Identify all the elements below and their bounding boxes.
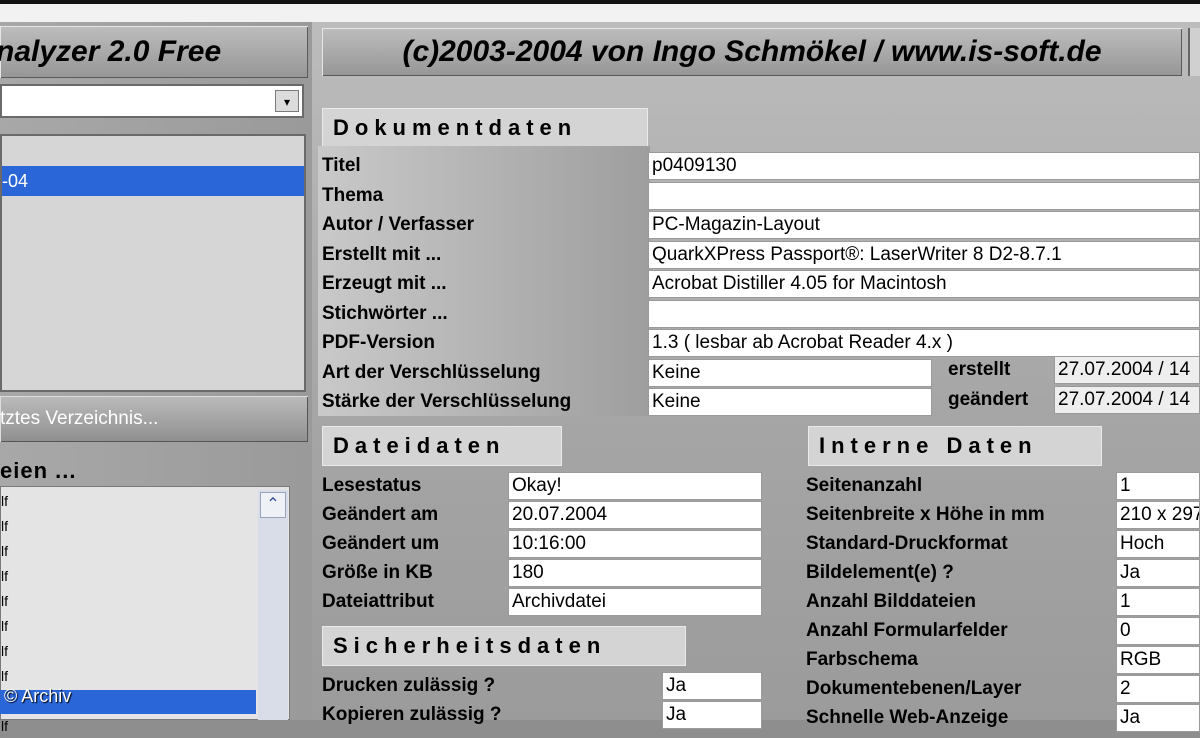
directory-list[interactable]: -04 — [0, 134, 306, 392]
file-list-item[interactable]: lf — [1, 514, 8, 538]
sicherheitsdaten-label-0: Drucken zulässig ? — [322, 675, 496, 696]
dokumentdaten-label-1: Thema — [322, 185, 384, 206]
dateidaten-label-0: Lesestatus — [322, 475, 422, 496]
dateidaten-heading: Dateidaten — [322, 426, 562, 466]
internedaten-label-6: Farbschema — [806, 649, 918, 670]
drive-select[interactable]: ▾ — [0, 84, 304, 118]
dateidaten-field-3[interactable]: 180 — [508, 559, 762, 587]
files-label: eien ... — [0, 458, 77, 483]
sicherheitsdaten-field-0[interactable]: Ja — [662, 672, 762, 700]
dokumentdaten-field-3[interactable]: QuarkXPress Passport®: LaserWriter 8 D2-… — [648, 241, 1200, 269]
dokumentdaten-field-1[interactable] — [648, 182, 1200, 210]
internedaten-field-2[interactable]: Hoch — [1116, 530, 1200, 558]
geaendert-field[interactable]: 27.07.2004 / 14 — [1054, 386, 1200, 414]
scroll-up-icon[interactable]: ⌃ — [260, 492, 286, 518]
erstellt-label: erstellt — [948, 359, 1011, 380]
file-list-scrollbar[interactable] — [258, 490, 288, 720]
internedaten-field-8[interactable]: Ja — [1116, 704, 1200, 732]
dokumentdaten-label-2: Autor / Verfasser — [322, 214, 475, 235]
internedaten-label-7: Dokumentebenen/Layer — [806, 678, 1022, 699]
internedaten-field-7[interactable]: 2 — [1116, 675, 1200, 703]
dokumentdaten-label-5: Stichwörter ... — [322, 303, 448, 324]
sicherheitsdaten-label-1: Kopieren zulässig ? — [322, 704, 502, 725]
dateidaten-field-0[interactable]: Okay! — [508, 472, 762, 500]
internedaten-label-0: Seitenanzahl — [806, 475, 923, 496]
copyright-banner: (c)2003-2004 von Ingo Schmökel / www.is-… — [322, 28, 1182, 76]
file-list-item[interactable]: lf — [1, 589, 8, 613]
internedaten-label-1: Seitenbreite x Höhe in mm — [806, 504, 1045, 525]
copyright-text: (c)2003-2004 von Ingo Schmökel / www.is-… — [402, 35, 1102, 68]
dokumentdaten-field-8[interactable]: Keine — [648, 388, 932, 416]
internedaten-field-0[interactable]: 1 — [1116, 472, 1200, 500]
internedaten-label-2: Standard-Druckformat — [806, 533, 1008, 554]
last-directory-button[interactable]: tztes Verzeichnis... — [0, 396, 308, 442]
dokumentdaten-field-4[interactable]: Acrobat Distiller 4.05 for Macintosh — [648, 270, 1200, 298]
dokumentdaten-field-2[interactable]: PC-Magazin-Layout — [648, 211, 1200, 239]
erstellt-field[interactable]: 27.07.2004 / 14 — [1054, 356, 1200, 384]
internedaten-heading: Interne Daten — [808, 426, 1102, 466]
dropdown-arrow-icon[interactable]: ▾ — [275, 90, 299, 112]
internedaten-label-3: Bildelement(e) ? — [806, 562, 954, 583]
image-watermark: © Archiv — [4, 686, 72, 706]
window-button[interactable] — [1188, 28, 1200, 76]
file-list[interactable]: lflflflflflflflflflf — [0, 486, 290, 734]
dateidaten-field-2[interactable]: 10:16:00 — [508, 530, 762, 558]
internedaten-field-6[interactable]: RGB — [1116, 646, 1200, 674]
dateidaten-label-1: Geändert am — [322, 504, 439, 525]
file-list-item[interactable]: lf — [1, 489, 8, 513]
internedaten-label-5: Anzahl Formularfelder — [806, 620, 1008, 641]
app-title: nalyzer 2.0 Free — [0, 35, 222, 68]
file-list-item[interactable]: lf — [1, 614, 8, 638]
internedaten-field-3[interactable]: Ja — [1116, 559, 1200, 587]
file-list-item[interactable]: lf — [1, 564, 8, 588]
dokumentdaten-label-7: Art der Verschlüsselung — [322, 362, 541, 383]
dokumentdaten-label-8: Stärke der Verschlüsselung — [322, 391, 572, 412]
dokumentdaten-field-5[interactable] — [648, 300, 1200, 328]
file-list-item[interactable]: lf — [1, 639, 8, 663]
app-title-banner: nalyzer 2.0 Free — [0, 26, 308, 78]
dateidaten-field-4[interactable]: Archivdatei — [508, 588, 762, 616]
dateidaten-label-4: Dateiattribut — [322, 591, 434, 612]
dokumentdaten-field-0[interactable]: p0409130 — [648, 152, 1200, 180]
file-list-item[interactable]: lf — [1, 664, 8, 688]
sicherheitsdaten-field-1[interactable]: Ja — [662, 701, 762, 729]
internedaten-label-8: Schnelle Web-Anzeige — [806, 707, 1009, 728]
window-top-strip — [0, 4, 1200, 22]
internedaten-field-5[interactable]: 0 — [1116, 617, 1200, 645]
dokumentdaten-field-6[interactable]: 1.3 ( lesbar ab Acrobat Reader 4.x ) — [648, 329, 1200, 357]
geaendert-label: geändert — [948, 389, 1029, 410]
sicherheitsdaten-heading: Sicherheitsdaten — [322, 626, 686, 666]
dokumentdaten-field-7[interactable]: Keine — [648, 359, 932, 387]
file-list-item[interactable]: lf — [1, 714, 8, 738]
dokumentdaten-label-6: PDF-Version — [322, 332, 435, 353]
internedaten-field-4[interactable]: 1 — [1116, 588, 1200, 616]
dokumentdaten-label-4: Erzeugt mit ... — [322, 273, 447, 294]
dokumentdaten-heading: Dokumentdaten — [322, 108, 648, 148]
directory-list-selected-item[interactable]: -04 — [2, 166, 304, 196]
dateidaten-label-2: Geändert um — [322, 533, 440, 554]
internedaten-field-1[interactable]: 210 x 297 — [1116, 501, 1200, 529]
file-list-item[interactable]: lf — [1, 539, 8, 563]
dateidaten-field-1[interactable]: 20.07.2004 — [508, 501, 762, 529]
internedaten-label-4: Anzahl Bilddateien — [806, 591, 976, 612]
dateidaten-label-3: Größe in KB — [322, 562, 433, 583]
dokumentdaten-label-3: Erstellt mit ... — [322, 244, 442, 265]
dokumentdaten-label-0: Titel — [322, 155, 361, 176]
